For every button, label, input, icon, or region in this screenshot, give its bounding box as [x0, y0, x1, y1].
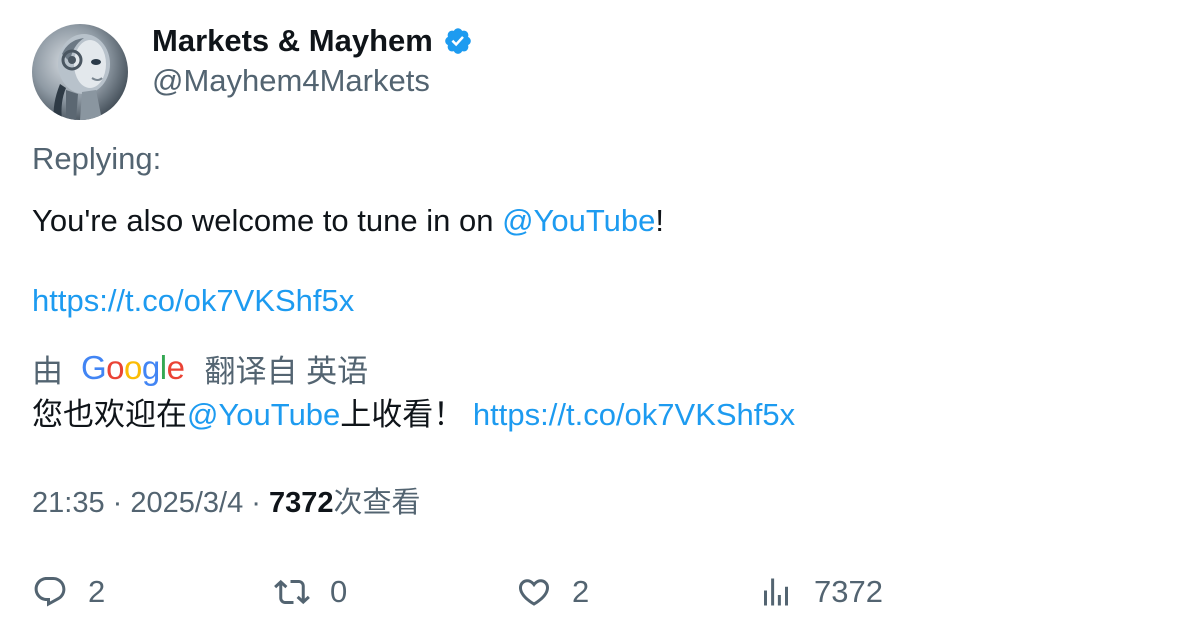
verified-badge-icon: [443, 26, 473, 56]
views-action-count: 7372: [814, 574, 883, 609]
like-count: 2: [572, 574, 590, 609]
google-letter: e: [166, 349, 185, 386]
author-handle[interactable]: @Mayhem4Markets: [152, 62, 430, 100]
author-display-name[interactable]: Markets & Mayhem: [152, 22, 433, 60]
meta-separator: ·: [104, 487, 131, 519]
views-count: 7372: [269, 487, 334, 519]
tweet-date[interactable]: 2025/3/4: [130, 487, 243, 519]
tweet-text-prefix: You're also welcome to tune in on: [32, 203, 503, 238]
heart-icon: [518, 579, 550, 606]
translated-from-label: 翻译自 英语: [204, 353, 369, 389]
like-button[interactable]: 2: [516, 570, 589, 614]
avatar[interactable]: [32, 24, 128, 120]
translated-text-prefix: 您也欢迎在: [32, 397, 187, 432]
tweet-url-link[interactable]: https://t.co/ok7VKShf5x: [32, 283, 354, 318]
retweet-icon: [274, 579, 310, 605]
translated-text-suffix: 上收看！: [340, 397, 473, 432]
google-letter: o: [106, 349, 125, 386]
tweet-url-row: https://t.co/ok7VKShf5x: [32, 282, 354, 320]
youtube-mention-link[interactable]: @YouTube: [502, 203, 655, 238]
meta-separator: ·: [243, 487, 270, 519]
google-letter: o: [124, 349, 142, 386]
translated-by-label: 由: [32, 353, 63, 389]
translated-tweet-text: 您也欢迎在@YouTube上收看！ https://t.co/ok7VKShf5…: [32, 396, 795, 434]
views-button[interactable]: 7372: [758, 570, 883, 614]
tweet-text: You're also welcome to tune in on @YouTu…: [32, 202, 664, 240]
author-display-name-row[interactable]: Markets & Mayhem: [152, 22, 473, 60]
google-letter: G: [81, 349, 107, 386]
reply-button[interactable]: 2: [32, 570, 105, 614]
reply-count: 2: [88, 574, 106, 609]
translated-youtube-mention-link[interactable]: @YouTube: [187, 397, 340, 432]
reply-icon: [34, 577, 66, 607]
views-label: 次查看: [333, 487, 421, 519]
translation-attribution: 由 Google 翻译自 英语: [32, 348, 369, 389]
google-logo: Google: [81, 349, 185, 387]
retweet-count: 0: [330, 574, 348, 609]
replying-label: Replying:: [32, 141, 162, 176]
translated-url-link[interactable]: https://t.co/ok7VKShf5x: [473, 397, 795, 432]
google-letter: l: [159, 349, 167, 386]
tweet-time[interactable]: 21:35: [32, 487, 105, 519]
tweet-meta: 21:35 · 2025/3/4 · 7372次查看: [32, 484, 421, 522]
tweet-text-suffix: !: [655, 203, 664, 238]
google-letter: g: [141, 349, 160, 386]
tweet-actions-bar: 2 0 2 7372: [0, 570, 1196, 614]
robot-avatar-icon: [53, 34, 110, 120]
bar-chart-icon: [764, 578, 788, 606]
retweet-button[interactable]: 0: [274, 570, 347, 614]
